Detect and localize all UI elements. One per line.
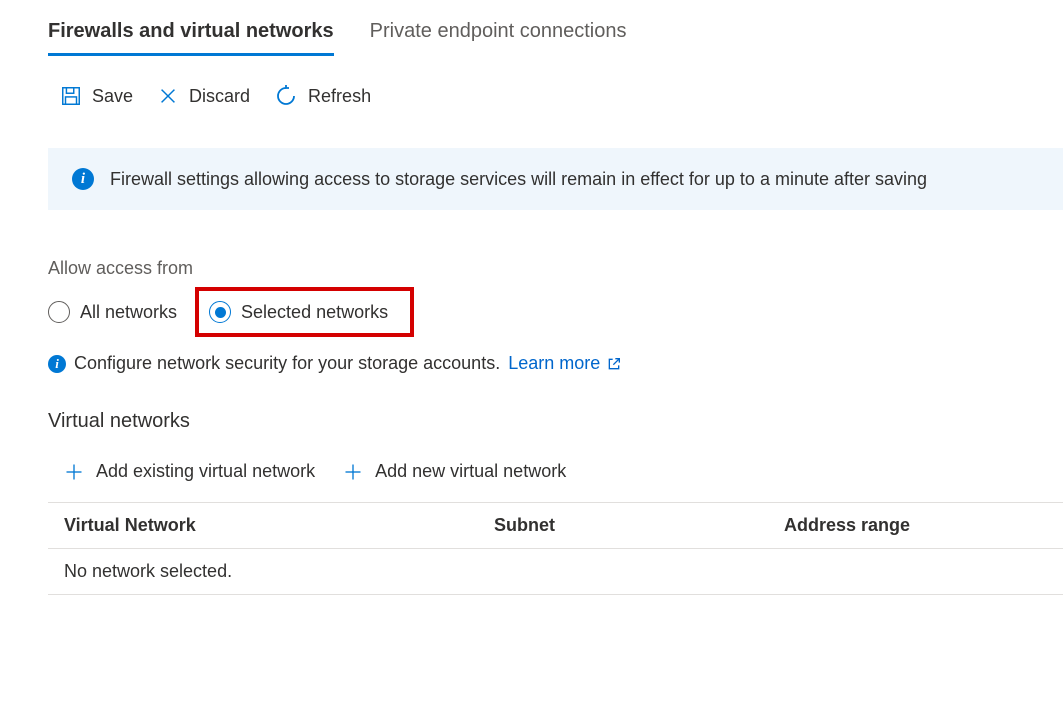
highlight-selected-networks: Selected networks (195, 287, 414, 337)
plus-icon (343, 462, 363, 482)
discard-button[interactable]: Discard (157, 84, 250, 108)
save-label: Save (92, 86, 133, 107)
plus-icon (64, 462, 84, 482)
allow-access-radios: All networks Selected networks (48, 287, 1063, 337)
table-header-row: Virtual Network Subnet Address range (48, 503, 1063, 549)
col-virtual-network: Virtual Network (64, 515, 494, 536)
tab-firewalls[interactable]: Firewalls and virtual networks (48, 20, 334, 56)
add-existing-label: Add existing virtual network (96, 461, 315, 482)
col-address-range: Address range (784, 515, 1047, 536)
info-icon: i (72, 168, 94, 190)
helper-text: Configure network security for your stor… (74, 353, 500, 374)
radio-all-networks-label: All networks (80, 302, 177, 323)
refresh-button[interactable]: Refresh (274, 84, 371, 108)
learn-more-label: Learn more (508, 353, 600, 374)
add-existing-vnet-button[interactable]: Add existing virtual network (64, 461, 315, 482)
toolbar: Save Discard Refresh (48, 84, 1063, 108)
external-link-icon (606, 356, 622, 372)
radio-selected-networks[interactable]: Selected networks (209, 301, 388, 323)
learn-more-link[interactable]: Learn more (508, 353, 622, 374)
add-new-label: Add new virtual network (375, 461, 566, 482)
virtual-networks-actions: Add existing virtual network Add new vir… (48, 461, 1063, 482)
close-icon (157, 85, 179, 107)
refresh-icon (274, 84, 298, 108)
radio-unchecked-icon (48, 301, 70, 323)
tab-private-endpoints[interactable]: Private endpoint connections (370, 20, 627, 56)
info-icon: i (48, 355, 66, 373)
col-subnet: Subnet (494, 515, 784, 536)
radio-all-networks[interactable]: All networks (48, 301, 177, 323)
radio-checked-icon (209, 301, 231, 323)
radio-dot-icon (215, 307, 226, 318)
allow-access-label: Allow access from (48, 258, 1063, 279)
table-empty-row: No network selected. (48, 549, 1063, 595)
virtual-networks-heading: Virtual networks (48, 410, 1063, 433)
network-security-helper: i Configure network security for your st… (48, 353, 1063, 374)
info-banner: i Firewall settings allowing access to s… (48, 148, 1063, 210)
discard-label: Discard (189, 86, 250, 107)
save-icon (60, 85, 82, 107)
virtual-networks-table: Virtual Network Subnet Address range No … (48, 502, 1063, 595)
radio-selected-networks-label: Selected networks (241, 302, 388, 323)
refresh-label: Refresh (308, 86, 371, 107)
empty-message: No network selected. (64, 561, 494, 582)
tabs: Firewalls and virtual networks Private e… (48, 20, 1063, 56)
add-new-vnet-button[interactable]: Add new virtual network (343, 461, 566, 482)
save-button[interactable]: Save (60, 84, 133, 108)
info-banner-text: Firewall settings allowing access to sto… (110, 169, 927, 190)
